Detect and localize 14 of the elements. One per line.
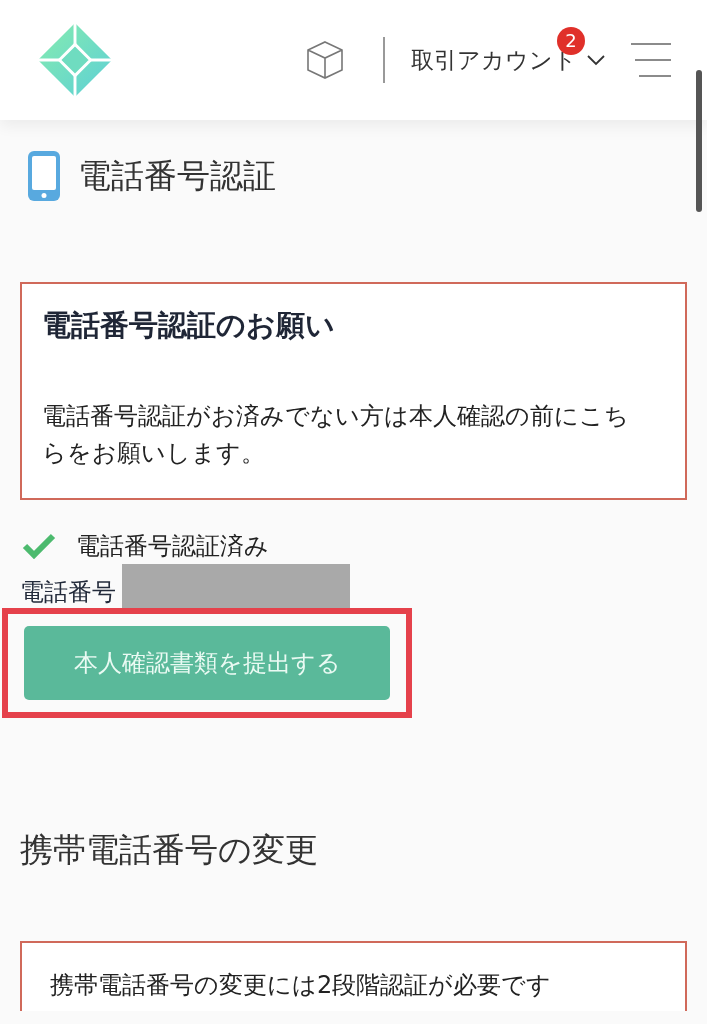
chevron-down-icon — [587, 54, 605, 66]
menu-icon — [631, 42, 671, 78]
page-title: 電話番号認証 — [78, 154, 276, 197]
smartphone-icon — [28, 151, 60, 201]
scrollbar[interactable] — [696, 70, 702, 212]
logo-icon — [36, 21, 114, 99]
card-text: 電話番号認証がお済みでない方は本人確認の前にこちらをお願いします。 — [42, 401, 630, 470]
phone-label: 電話番号 — [20, 577, 116, 609]
menu-button[interactable] — [631, 42, 671, 78]
cube-icon[interactable] — [305, 40, 345, 80]
section-title: 携帯電話番号の変更 — [20, 829, 319, 872]
verification-status: 電話番号認証済み — [76, 531, 269, 563]
notice-text: 携帯電話番号の変更には2段階認証が必要です — [50, 970, 553, 1002]
card-title: 電話番号認証のお願い — [42, 307, 336, 344]
